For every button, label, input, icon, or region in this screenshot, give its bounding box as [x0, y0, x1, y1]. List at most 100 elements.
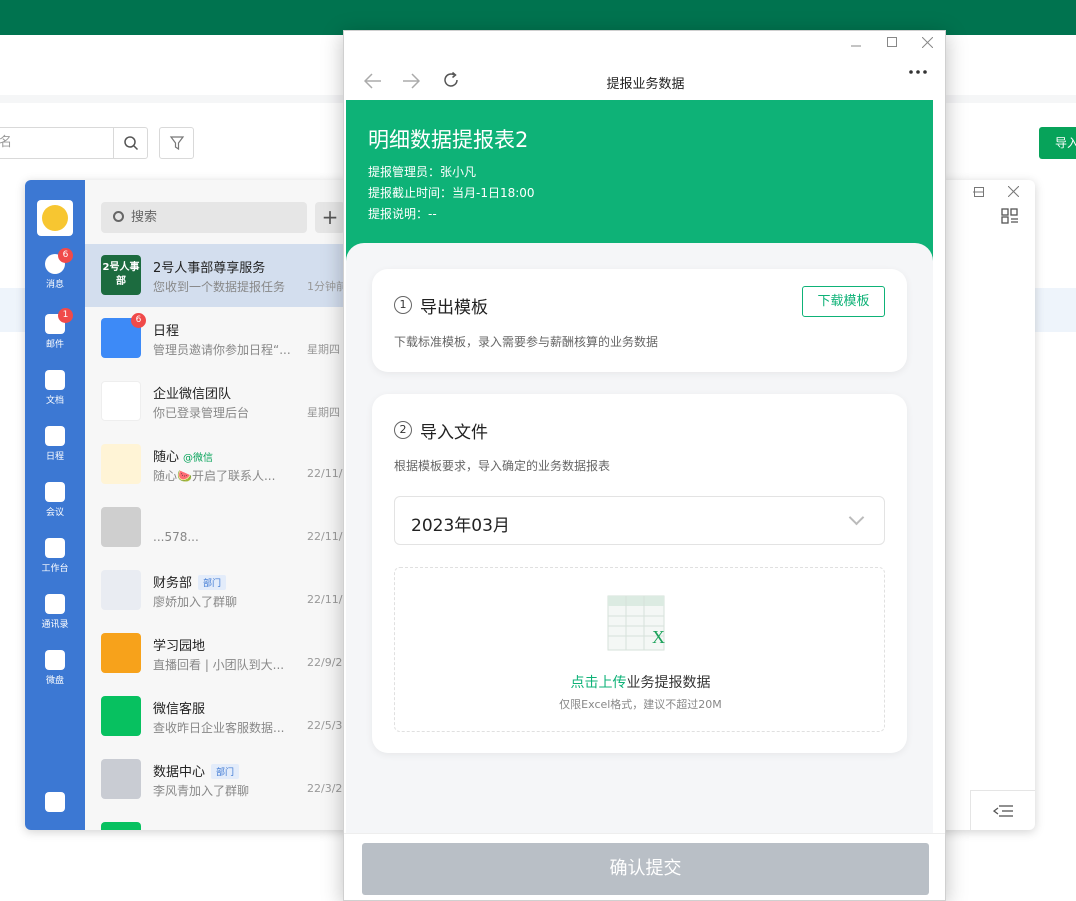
- step-title: 导入文件: [420, 423, 488, 443]
- chat-name: 财务部 部门: [153, 572, 227, 591]
- wecom-input-bar: [970, 790, 1035, 830]
- chevron-down-icon: [848, 509, 865, 526]
- chat-time: 星期四: [307, 406, 340, 419]
- nav-label: 通讯录: [41, 620, 69, 630]
- nav-messages[interactable]: 6 消息: [25, 248, 85, 290]
- chat-item[interactable]: 财务部 部门 廖娇加入了群聊 22/11/: [85, 559, 345, 622]
- maximize-icon[interactable]: [887, 37, 897, 47]
- background-import-button[interactable]: 导入: [1039, 127, 1076, 159]
- nav-label: 会议: [45, 508, 64, 518]
- doc-icon: [45, 370, 65, 390]
- chat-name: 学习园地: [153, 639, 206, 654]
- chat-search-input[interactable]: 搜索: [101, 202, 307, 233]
- form-title: 明细数据提报表2: [368, 128, 529, 152]
- chat-time: 星期四: [307, 343, 340, 356]
- report-dialog: 提报业务数据 明细数据提报表2 提报管理员：张小凡 提报截止时间：当月-1日18…: [343, 30, 946, 901]
- upload-area[interactable]: X 点击上传业务提报数据 仅限Excel格式，建议不超过20M: [394, 567, 885, 732]
- nav-more[interactable]: [25, 792, 85, 815]
- chat-preview: 李风青加入了群聊: [153, 784, 250, 798]
- excel-file-icon: X: [607, 595, 665, 651]
- minimize-icon[interactable]: [851, 41, 861, 51]
- chat-preview: 查收昨日企业客服数据...: [153, 721, 285, 735]
- close-icon[interactable]: [922, 37, 933, 48]
- submit-button[interactable]: 确认提交: [362, 843, 929, 895]
- sun-avatar-icon: [42, 205, 68, 231]
- chat-item[interactable]: 6 日程 管理员邀请你参加日程“... 星期四: [85, 307, 345, 370]
- nav-label: 日程: [45, 452, 64, 462]
- calendar-app-icon: 6: [101, 313, 146, 358]
- selected-month: 2023年03月: [411, 516, 510, 536]
- download-template-button[interactable]: 下载模板: [802, 286, 885, 317]
- background-search-input[interactable]: 名: [0, 127, 114, 159]
- step-number: 1: [394, 296, 412, 314]
- drive-icon: [45, 650, 65, 670]
- chat-item[interactable]: 微信客服 查收昨日企业客服数据... 22/5/3: [85, 685, 345, 748]
- chat-time: 22/11/: [307, 593, 343, 606]
- chat-avatar: 2号人事部: [101, 255, 141, 295]
- step-title: 导出模板: [420, 298, 488, 318]
- nav-calendar[interactable]: 日程: [25, 426, 85, 462]
- chat-preview: 管理员邀请你参加日程“...: [153, 343, 291, 357]
- close-icon[interactable]: [1008, 186, 1019, 197]
- chat-item[interactable]: [85, 811, 345, 830]
- chat-time: 22/11/: [307, 467, 343, 480]
- search-placeholder: 搜索: [131, 210, 158, 225]
- chat-item[interactable]: ...578... 22/11/: [85, 496, 345, 559]
- chat-badge: 6: [131, 313, 146, 328]
- user-avatar[interactable]: [37, 200, 73, 236]
- report-manager: 提报管理员：张小凡: [368, 165, 477, 179]
- chat-item[interactable]: 随心 @微信 随心🍉开启了联系人... 22/11/: [85, 433, 345, 496]
- chat-avatar: [101, 822, 141, 830]
- upload-hint: 仅限Excel格式，建议不超过20M: [559, 698, 722, 711]
- nav-label: 微盘: [45, 676, 64, 686]
- step-description: 根据模板要求，导入确定的业务数据报表: [394, 459, 611, 473]
- month-select[interactable]: 2023年03月: [394, 496, 885, 545]
- upload-link[interactable]: 点击上传: [571, 675, 627, 691]
- wecom-team-icon: [101, 381, 141, 421]
- chat-item[interactable]: 数据中心 部门 李风青加入了群聊 22/3/2: [85, 748, 345, 811]
- maximize-icon[interactable]: [974, 187, 984, 197]
- wechat-tag: @微信: [183, 453, 214, 464]
- sun-avatar-icon: [101, 444, 141, 484]
- search-icon: [123, 136, 138, 151]
- background-filter-button[interactable]: [159, 127, 194, 159]
- step-description: 下载标准模板，录入需要参与薪酬核算的业务数据: [394, 335, 659, 349]
- org-chart-icon: [45, 594, 65, 614]
- meeting-icon: [45, 482, 65, 502]
- nav-drive[interactable]: 微盘: [25, 650, 85, 686]
- chat-time: 22/5/3: [307, 719, 343, 732]
- chat-name: 日程: [153, 324, 180, 339]
- report-note: 提报说明：--: [368, 207, 437, 221]
- nav-badge: 6: [58, 248, 73, 263]
- calendar-icon: [45, 426, 65, 446]
- chat-time: 22/3/2: [307, 782, 343, 795]
- step-number: 2: [394, 421, 412, 439]
- nav-workbench[interactable]: 工作台: [25, 538, 85, 574]
- planet-icon: [101, 633, 141, 673]
- chat-name-text: 数据中心: [153, 765, 206, 780]
- chat-item[interactable]: 企业微信团队 你已登录管理后台 星期四: [85, 370, 345, 433]
- add-button[interactable]: +: [315, 202, 345, 233]
- chat-item[interactable]: 学习园地 直播回看 | 小团队到大... 22/9/2: [85, 622, 345, 685]
- chat-bubble-icon: [101, 696, 141, 736]
- chat-time: 22/11/: [307, 530, 343, 543]
- avatar-text: 2号人事部: [102, 262, 140, 287]
- qr-grid-icon[interactable]: [1001, 208, 1019, 224]
- chat-item[interactable]: 2号人事部 2号人事部尊享服务 您收到一个数据提报任务 1分钟前: [85, 244, 347, 307]
- group-avatar: [101, 759, 141, 799]
- chat-preview: 随心🍉开启了联系人...: [153, 469, 276, 483]
- nav-meeting[interactable]: 会议: [25, 482, 85, 518]
- chat-time: 1分钟前: [307, 280, 347, 293]
- nav-contacts[interactable]: 通讯录: [25, 594, 85, 630]
- chat-name: 企业微信团队: [153, 387, 232, 402]
- nav-mail[interactable]: 1 邮件: [25, 308, 85, 350]
- nav-label: 工作台: [41, 564, 69, 574]
- form-content: 1 导出模板 下载模板 下载标准模板，录入需要参与薪酬核算的业务数据 2 导入文…: [346, 243, 933, 863]
- list-collapse-icon[interactable]: [993, 803, 1015, 819]
- chat-name: 随心 @微信: [153, 446, 213, 465]
- nav-docs[interactable]: 文档: [25, 370, 85, 406]
- chat-name: 数据中心 部门: [153, 761, 240, 780]
- background-search-button[interactable]: [113, 127, 148, 159]
- more-icon[interactable]: [908, 69, 928, 75]
- nav-label: 邮件: [45, 340, 64, 350]
